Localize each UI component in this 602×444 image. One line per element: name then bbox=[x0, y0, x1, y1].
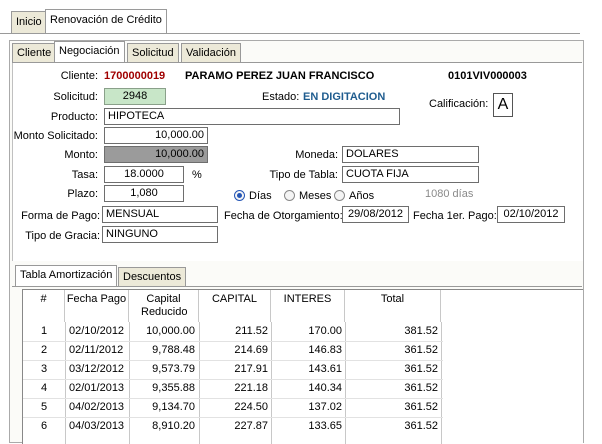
estado-value: EN DIGITACION bbox=[303, 91, 386, 103]
plazo-days-text: 1080 días bbox=[425, 188, 474, 200]
cell-fecha-pago: 04/02/2013 bbox=[69, 401, 125, 413]
cell-capital: 214.69 bbox=[234, 344, 268, 356]
cell-interes: 140.34 bbox=[308, 382, 342, 394]
cell-interes: 146.83 bbox=[308, 344, 342, 356]
tipo-gracia-field[interactable]: NINGUNO bbox=[102, 226, 218, 243]
monto-field: 10,000.00 bbox=[104, 146, 208, 163]
cell-capital-reducido: 9,573.79 bbox=[152, 363, 195, 375]
cliente-name: PARAMO PEREZ JUAN FRANCISCO bbox=[185, 70, 375, 82]
cell-capital: 211.52 bbox=[235, 325, 268, 337]
cell-interes: 133.65 bbox=[308, 420, 342, 432]
cell-capital-reducido: 10,000.00 bbox=[146, 325, 195, 337]
monto-solicitado-label: Monto Solicitado: bbox=[13, 130, 98, 142]
plazo-label: Plazo: bbox=[67, 188, 98, 200]
cell-interes: 143.61 bbox=[308, 363, 342, 375]
plazo-anos-label: Años bbox=[349, 190, 375, 202]
calificacion-value: A bbox=[493, 93, 513, 117]
cell-total: 361.52 bbox=[404, 344, 438, 356]
cell-total: 361.52 bbox=[404, 382, 438, 394]
cell-capital: 221.18 bbox=[234, 382, 268, 394]
cell-number: 2 bbox=[40, 344, 48, 356]
cliente-code: 0101VIV000003 bbox=[448, 70, 527, 82]
cell-interes: 170.00 bbox=[308, 325, 342, 337]
cell-fecha-pago: 02/11/2012 bbox=[69, 344, 124, 356]
producto-label: Producto: bbox=[50, 111, 98, 123]
tab-validacion[interactable]: Validación bbox=[181, 43, 241, 62]
cell-fecha-pago: 03/12/2012 bbox=[69, 363, 125, 375]
estado-label: Estado: bbox=[262, 91, 300, 103]
cell-number: 5 bbox=[40, 401, 48, 413]
tab-cliente[interactable]: Cliente bbox=[12, 43, 57, 62]
fecha-otorgamiento-field[interactable]: 29/08/2012 bbox=[342, 206, 409, 223]
moneda-field[interactable]: DOLARES bbox=[342, 146, 479, 163]
tasa-unit: % bbox=[192, 169, 202, 181]
tab-descuentos[interactable]: Descuentos bbox=[118, 267, 187, 286]
cell-total: 361.52 bbox=[404, 363, 438, 375]
plazo-dias-label: Días bbox=[249, 190, 272, 202]
producto-field[interactable]: HIPOTECA bbox=[104, 108, 400, 125]
cell-capital: 224.50 bbox=[234, 401, 268, 413]
cell-number: 4 bbox=[40, 382, 48, 394]
forma-pago-label: Forma de Pago: bbox=[21, 210, 100, 222]
column-header-total: Total bbox=[345, 290, 441, 322]
tipo-tabla-label: Tipo de Tabla: bbox=[269, 169, 339, 181]
column-header-fecha-pago: Fecha Pago bbox=[65, 290, 129, 322]
top-tab-divider bbox=[0, 33, 580, 34]
column-header-capital: CAPITAL bbox=[199, 290, 271, 322]
tab-tabla-amortizacion[interactable]: Tabla Amortización bbox=[15, 265, 118, 287]
calificacion-label: Calificación: bbox=[429, 98, 489, 110]
tab-inicio[interactable]: Inicio bbox=[11, 11, 47, 33]
cell-number: 3 bbox=[40, 363, 48, 375]
moneda-label: Moneda: bbox=[295, 149, 338, 161]
cell-number: 1 bbox=[40, 325, 48, 337]
column-header-number: # bbox=[23, 290, 65, 322]
solicitud-label: Solicitud: bbox=[53, 91, 98, 103]
cell-capital-reducido: 9,355.88 bbox=[152, 382, 195, 394]
cell-number: 6 bbox=[40, 420, 48, 432]
column-header-interes: INTERES bbox=[271, 290, 345, 322]
tasa-field[interactable]: 18.0000 bbox=[104, 166, 184, 183]
cell-total: 361.52 bbox=[404, 420, 438, 432]
cell-fecha-pago: 02/01/2013 bbox=[69, 382, 125, 394]
tab-negociacion[interactable]: Negociación bbox=[54, 41, 125, 63]
cell-capital: 227.87 bbox=[234, 420, 268, 432]
cell-capital-reducido: 8,910.20 bbox=[152, 420, 195, 432]
fecha-primer-pago-field[interactable]: 02/10/2012 bbox=[497, 206, 565, 223]
fecha-primer-pago-label: Fecha 1er. Pago: bbox=[413, 210, 497, 222]
cell-capital-reducido: 9,788.48 bbox=[152, 344, 195, 356]
fecha-otorgamiento-label: Fecha de Otorgamiento: bbox=[224, 210, 343, 222]
plazo-meses-radio[interactable] bbox=[284, 190, 295, 201]
cell-fecha-pago: 02/10/2012 bbox=[69, 325, 125, 337]
cell-capital-reducido: 9,134.70 bbox=[152, 401, 195, 413]
cell-total: 381.52 bbox=[404, 325, 438, 337]
plazo-field[interactable]: 1,080 bbox=[104, 185, 184, 202]
column-header-capital-reducido: Capital Reducido bbox=[129, 290, 199, 322]
amortization-table: # Fecha Pago Capital Reducido CAPITAL IN… bbox=[22, 289, 583, 444]
bottom-tab-divider bbox=[12, 286, 582, 287]
cell-fecha-pago: 04/03/2013 bbox=[69, 420, 125, 432]
monto-label: Monto: bbox=[64, 149, 98, 161]
tab-renovacion-credito[interactable]: Renovación de Crédito bbox=[45, 9, 167, 33]
plazo-dias-radio[interactable] bbox=[234, 190, 245, 201]
cliente-id: 1700000019 bbox=[104, 70, 166, 82]
tipo-gracia-label: Tipo de Gracia: bbox=[25, 230, 100, 242]
monto-solicitado-field[interactable]: 10,000.00 bbox=[104, 127, 208, 144]
forma-pago-field[interactable]: MENSUAL bbox=[102, 206, 218, 223]
cell-total: 361.52 bbox=[404, 401, 438, 413]
plazo-meses-label: Meses bbox=[299, 190, 332, 202]
tipo-tabla-field[interactable]: CUOTA FIJA bbox=[342, 166, 479, 183]
cell-capital: 217.91 bbox=[234, 363, 268, 375]
solicitud-field[interactable]: 2948 bbox=[104, 88, 166, 105]
cell-interes: 137.02 bbox=[308, 401, 342, 413]
tab-solicitud[interactable]: Solicitud bbox=[127, 43, 179, 62]
plazo-anos-radio[interactable] bbox=[334, 190, 345, 201]
tasa-label: Tasa: bbox=[71, 169, 98, 181]
cliente-label: Cliente: bbox=[60, 70, 98, 82]
